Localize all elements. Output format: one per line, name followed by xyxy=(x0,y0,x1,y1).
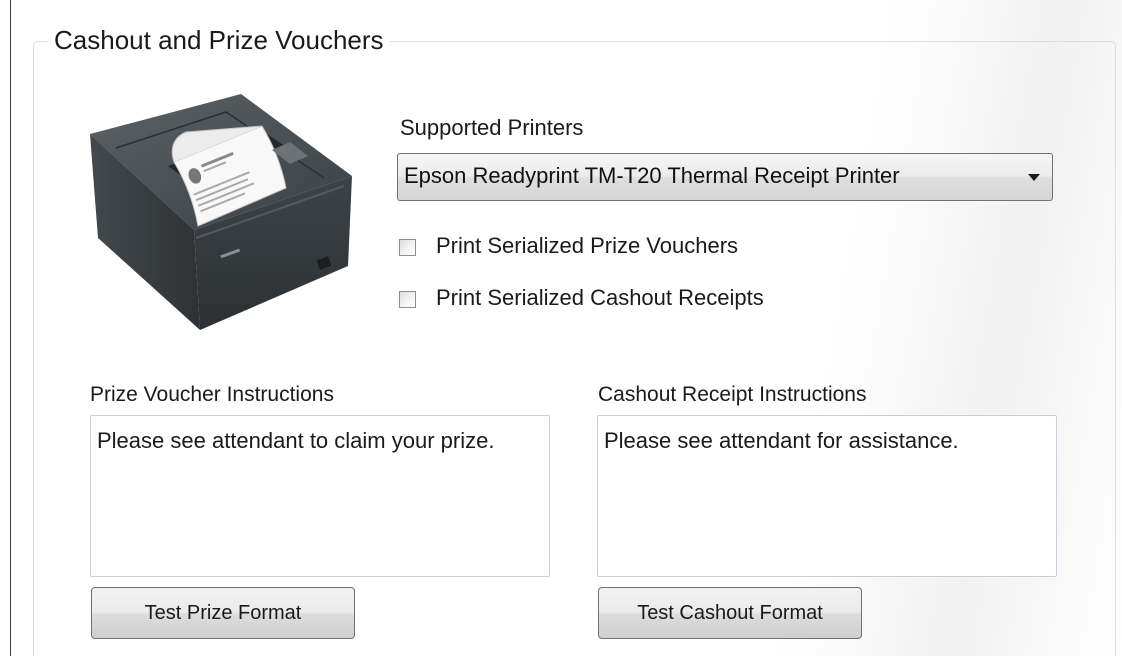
selected-printer: Epson Readyprint TM-T20 Thermal Receipt … xyxy=(404,163,900,188)
print-serialized-prize-vouchers-checkbox[interactable] xyxy=(399,239,416,256)
test-prize-format-button[interactable]: Test Prize Format xyxy=(91,587,355,639)
printer-settings-window: Cashout and Prize Vouchers Supported Pri… xyxy=(0,0,1122,656)
window-edge xyxy=(10,0,11,656)
prize-voucher-instructions-label: Prize Voucher Instructions xyxy=(90,383,334,406)
prize-voucher-instructions-field[interactable]: Please see attendant to claim your prize… xyxy=(90,415,550,577)
cashout-receipt-instructions-field[interactable]: Please see attendant for assistance. xyxy=(597,415,1057,577)
supported-printers-label: Supported Printers xyxy=(400,115,584,140)
print-serialized-cashout-receipts-label[interactable]: Print Serialized Cashout Receipts xyxy=(436,285,764,311)
chevron-down-icon[interactable] xyxy=(1028,174,1040,181)
receipt-printer-image xyxy=(90,94,352,330)
cashout-receipt-instructions-label: Cashout Receipt Instructions xyxy=(598,383,867,406)
group-title: Cashout and Prize Vouchers xyxy=(48,22,390,58)
test-cashout-format-button[interactable]: Test Cashout Format xyxy=(598,587,862,639)
print-serialized-cashout-receipts-checkbox[interactable] xyxy=(399,291,416,308)
print-serialized-prize-vouchers-label[interactable]: Print Serialized Prize Vouchers xyxy=(436,233,738,259)
supported-printers-dropdown[interactable]: Epson Readyprint TM-T20 Thermal Receipt … xyxy=(397,153,1053,201)
